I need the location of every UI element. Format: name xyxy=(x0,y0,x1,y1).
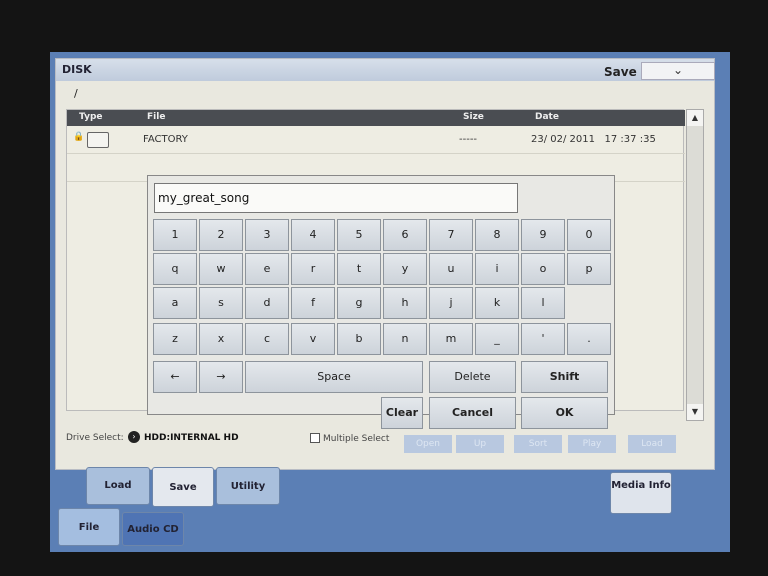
key-button[interactable]: f xyxy=(291,287,335,319)
key-button[interactable]: _ xyxy=(475,323,519,355)
col-type: Type xyxy=(79,112,103,122)
file-size: ----- xyxy=(459,134,478,145)
up-button[interactable]: Up xyxy=(456,435,504,453)
key-button[interactable]: 3 xyxy=(245,219,289,251)
key-button[interactable]: x xyxy=(199,323,243,355)
title-bar: DISK Save ⌄ xyxy=(56,59,715,81)
key-button[interactable]: t xyxy=(337,253,381,285)
key-button[interactable]: h xyxy=(383,287,427,319)
multiple-select-label: Multiple Select xyxy=(323,434,390,444)
scrollbar[interactable]: ▲ ▼ xyxy=(686,109,704,421)
key-button[interactable]: 5 xyxy=(337,219,381,251)
window-title: DISK xyxy=(62,63,92,76)
text-edit-dialog: my_great_song 1234567890 qwertyuiop asdfgh… xyxy=(147,175,615,429)
key-button[interactable]: 0 xyxy=(567,219,611,251)
shift-button[interactable]: Shift xyxy=(521,361,608,393)
key-button[interactable]: s xyxy=(199,287,243,319)
key-button[interactable]: . xyxy=(567,323,611,355)
cursor-right-button[interactable]: → xyxy=(199,361,243,393)
open-button[interactable]: Open xyxy=(404,435,452,453)
tab-media-info[interactable]: Media Info xyxy=(610,472,672,514)
key-button[interactable]: g xyxy=(337,287,381,319)
sort-button[interactable]: Sort xyxy=(514,435,562,453)
file-name: FACTORY xyxy=(143,134,188,145)
lock-icon: 🔒 xyxy=(73,132,85,142)
key-button[interactable]: r xyxy=(291,253,335,285)
key-button[interactable]: k xyxy=(475,287,519,319)
tab-utility[interactable]: Utility xyxy=(216,467,280,505)
key-button[interactable]: 8 xyxy=(475,219,519,251)
space-button[interactable]: Space xyxy=(245,361,423,393)
key-button[interactable]: 6 xyxy=(383,219,427,251)
key-button[interactable]: z xyxy=(153,323,197,355)
key-button[interactable]: 2 xyxy=(199,219,243,251)
multiple-select-checkbox[interactable] xyxy=(310,433,320,443)
page-menu-dropdown[interactable]: ⌄ xyxy=(641,62,715,80)
col-size: Size xyxy=(463,112,484,122)
key-button[interactable]: j xyxy=(429,287,473,319)
load-button[interactable]: Load xyxy=(628,435,676,453)
key-button[interactable]: b xyxy=(337,323,381,355)
key-button[interactable]: 7 xyxy=(429,219,473,251)
key-button[interactable]: 1 xyxy=(153,219,197,251)
key-button[interactable]: l xyxy=(521,287,565,319)
key-button[interactable]: v xyxy=(291,323,335,355)
folder-icon xyxy=(87,132,109,148)
key-button[interactable]: y xyxy=(383,253,427,285)
key-button[interactable]: o xyxy=(521,253,565,285)
scroll-down-icon[interactable]: ▼ xyxy=(687,404,703,420)
file-date: 23/ 02/ 2011 17 :37 :35 xyxy=(531,134,656,145)
col-file: File xyxy=(147,112,166,122)
key-button[interactable]: n xyxy=(383,323,427,355)
key-button[interactable]: p xyxy=(567,253,611,285)
key-button[interactable]: m xyxy=(429,323,473,355)
table-row[interactable]: 🔒 FACTORY ----- 23/ 02/ 2011 17 :37 :35 xyxy=(67,126,685,154)
current-path: / xyxy=(74,87,78,100)
key-button[interactable]: c xyxy=(245,323,289,355)
drive-select-value[interactable]: HDD:INTERNAL HD xyxy=(144,433,239,443)
key-button[interactable]: u xyxy=(429,253,473,285)
key-button[interactable]: q xyxy=(153,253,197,285)
drive-select-label: Drive Select: xyxy=(66,433,124,443)
key-button[interactable]: 9 xyxy=(521,219,565,251)
clear-button[interactable]: Clear xyxy=(381,397,423,429)
cursor-left-button[interactable]: ← xyxy=(153,361,197,393)
tab-save[interactable]: Save xyxy=(152,467,214,507)
key-button[interactable]: i xyxy=(475,253,519,285)
cancel-button[interactable]: Cancel xyxy=(429,397,516,429)
play-button[interactable]: Play xyxy=(568,435,616,453)
drive-select-icon[interactable]: › xyxy=(128,431,140,443)
delete-button[interactable]: Delete xyxy=(429,361,516,393)
col-date: Date xyxy=(535,112,559,122)
key-button[interactable]: d xyxy=(245,287,289,319)
key-button[interactable]: a xyxy=(153,287,197,319)
tab-audio-cd[interactable]: Audio CD xyxy=(122,512,184,546)
key-button[interactable]: e xyxy=(245,253,289,285)
chevron-down-icon: ⌄ xyxy=(672,63,684,77)
tab-load[interactable]: Load xyxy=(86,467,150,505)
mode-label: Save xyxy=(604,65,637,79)
ok-button[interactable]: OK xyxy=(521,397,608,429)
name-input[interactable]: my_great_song xyxy=(154,183,518,213)
tab-file[interactable]: File xyxy=(58,508,120,546)
key-button[interactable]: ' xyxy=(521,323,565,355)
key-button[interactable]: 4 xyxy=(291,219,335,251)
file-list-header: Type File Size Date xyxy=(67,110,685,126)
scroll-up-icon[interactable]: ▲ xyxy=(687,110,703,126)
key-button[interactable]: w xyxy=(199,253,243,285)
